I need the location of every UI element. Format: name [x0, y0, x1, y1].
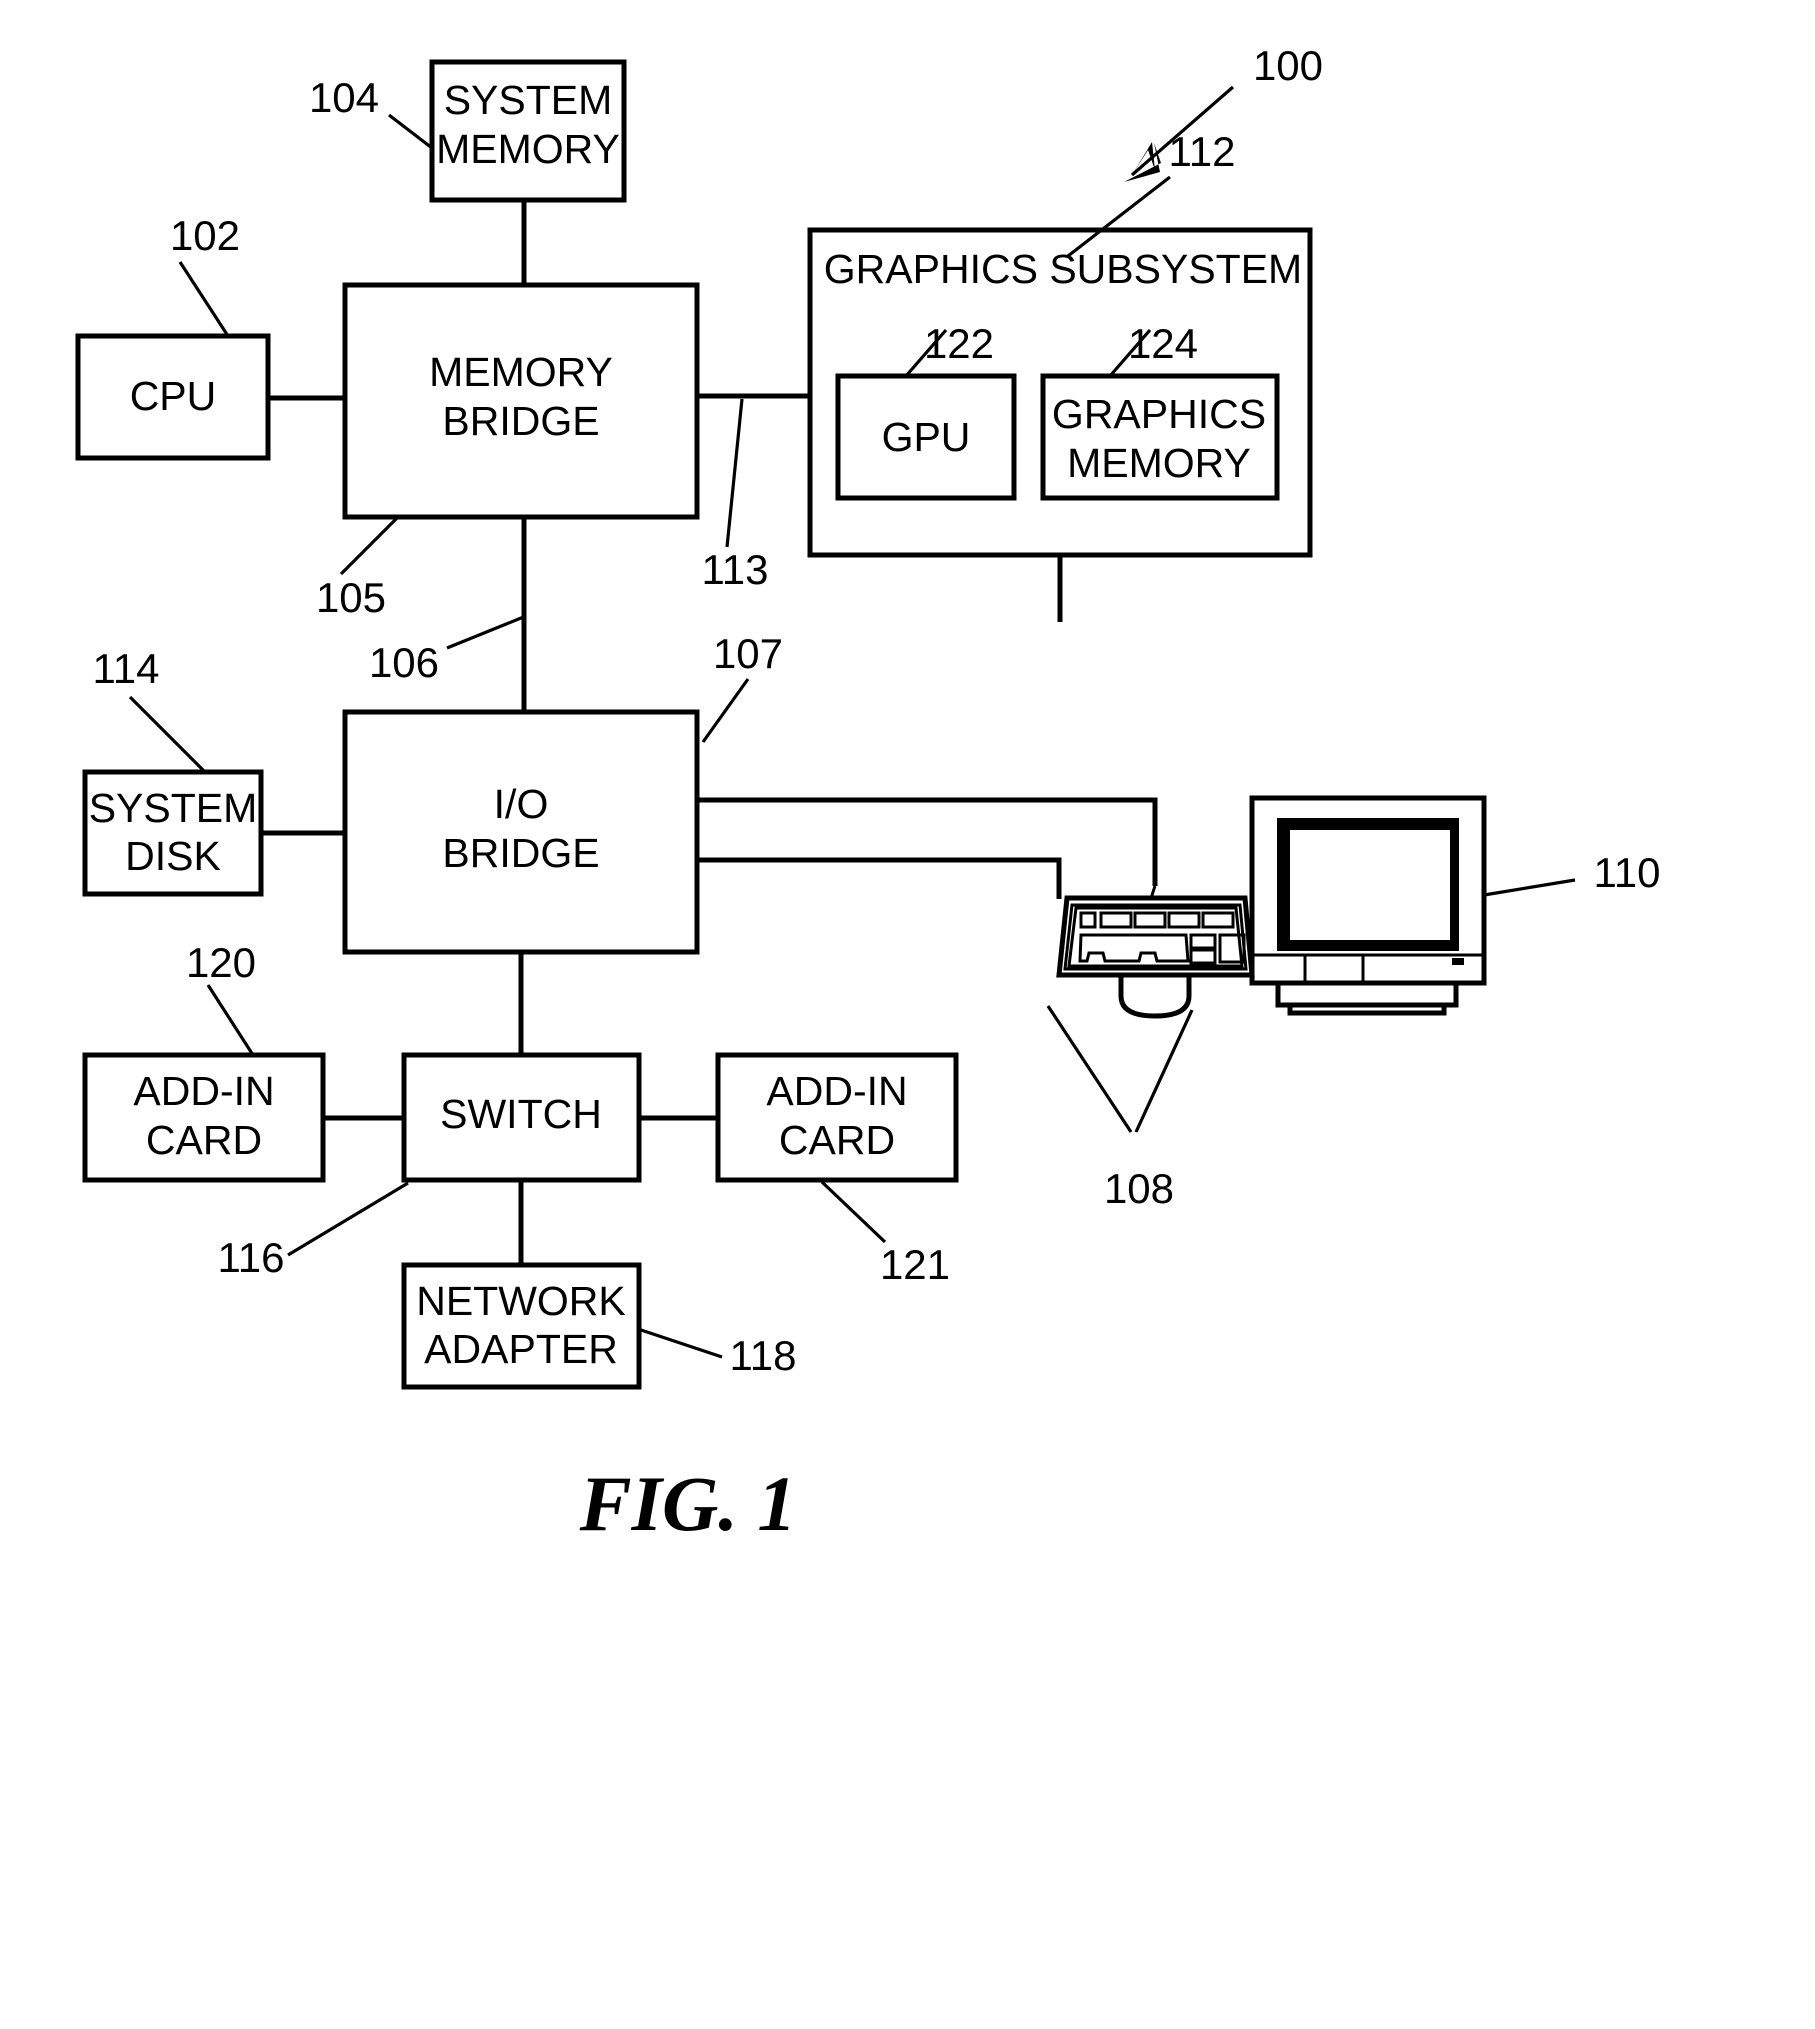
leader-memory-bridge: 105 [316, 515, 400, 621]
block-io-bridge[interactable]: I/O BRIDGE [342, 709, 700, 955]
block-network-adapter[interactable]: NETWORK ADAPTER [401, 1262, 642, 1390]
leader-switch: 116 [218, 1181, 409, 1281]
leader-display-device: 110 [1483, 849, 1661, 897]
leader-input-devices: 108 [1046, 1005, 1194, 1212]
ref-label-122: 122 [924, 320, 994, 367]
ref-label-113: 113 [702, 546, 769, 593]
block-label-line: SWITCH [440, 1091, 602, 1137]
block-memory-bridge[interactable]: MEMORY BRIDGE [342, 282, 700, 520]
block-graphics-memory[interactable]: GRAPHICS MEMORY [1040, 373, 1280, 501]
block-label-line: MEMORY [1067, 440, 1251, 486]
leader-graphics-bus: 113 [702, 398, 769, 593]
block-label-line: SYSTEM [89, 785, 258, 831]
display-device-monitor[interactable] [1249, 795, 1487, 1016]
block-label-line: GRAPHICS SUBSYSTEM [824, 246, 1302, 292]
leader-memory-bridge-bus: 106 [369, 614, 527, 686]
block-system-disk[interactable]: SYSTEM DISK [82, 769, 264, 897]
block-add-in-card-right[interactable]: ADD-IN CARD [715, 1052, 959, 1183]
block-label-line: NETWORK [416, 1278, 626, 1324]
ref-label-118: 118 [730, 1332, 797, 1379]
ref-label-104: 104 [309, 74, 379, 121]
block-gpu[interactable]: GPU [835, 373, 1017, 501]
figure-caption: FIG. 1 [579, 1460, 797, 1547]
ref-label-108: 108 [1104, 1165, 1174, 1212]
block-label-line: SYSTEM [444, 77, 613, 123]
block-label-line: ADD-IN [133, 1068, 274, 1114]
block-label-line: ADAPTER [424, 1326, 618, 1372]
block-add-in-card-left[interactable]: ADD-IN CARD [82, 1052, 326, 1183]
patent-figure-1: SYSTEM MEMORY 104 CPU 102 MEMORY BRIDGE … [0, 0, 1815, 2029]
leader-network-adapter: 118 [640, 1328, 797, 1379]
block-label-line: CPU [130, 373, 217, 419]
leader-add-in-card-right: 121 [820, 1180, 950, 1288]
block-label-line: MEMORY [429, 349, 613, 395]
block-label-line: DISK [125, 833, 221, 879]
ref-label-114: 114 [93, 645, 160, 692]
leader-cpu: 102 [170, 212, 240, 337]
ref-label-102: 102 [170, 212, 240, 259]
block-label-line: MEMORY [436, 126, 620, 172]
block-switch[interactable]: SWITCH [401, 1052, 642, 1183]
block-label-line: CARD [779, 1117, 895, 1163]
leader-system-disk: 114 [93, 645, 207, 774]
ref-label-107: 107 [713, 630, 783, 677]
ref-label-116: 116 [218, 1234, 285, 1281]
ref-label-100: 100 [1253, 42, 1323, 89]
leader-add-in-card-left: 120 [186, 939, 256, 1056]
block-cpu[interactable]: CPU [75, 333, 271, 461]
block-label-line: GPU [882, 414, 971, 460]
ref-label-106: 106 [369, 639, 439, 686]
ref-label-110: 110 [1594, 849, 1661, 896]
leader-io-bridge: 107 [701, 630, 783, 743]
ref-label-121: 121 [880, 1241, 950, 1288]
block-label-line: BRIDGE [442, 398, 599, 444]
diagram-canvas: SYSTEM MEMORY 104 CPU 102 MEMORY BRIDGE … [75, 42, 1661, 1547]
ref-label-120: 120 [186, 939, 256, 986]
leader-system-memory: 104 [309, 74, 433, 150]
block-label-line: GRAPHICS [1052, 391, 1266, 437]
input-device-keyboard[interactable] [1056, 895, 1255, 978]
wire-io-bridge-to-mouse [697, 797, 1158, 886]
block-label-line: BRIDGE [442, 830, 599, 876]
block-system-memory[interactable]: SYSTEM MEMORY [429, 59, 627, 203]
ref-label-105: 105 [316, 574, 386, 621]
ref-label-124: 124 [1128, 320, 1198, 367]
block-label-line: ADD-IN [766, 1068, 907, 1114]
wire-io-bridge-to-keyboard [697, 857, 1062, 899]
block-label-line: CARD [146, 1117, 262, 1163]
block-label-line: I/O [494, 781, 549, 827]
